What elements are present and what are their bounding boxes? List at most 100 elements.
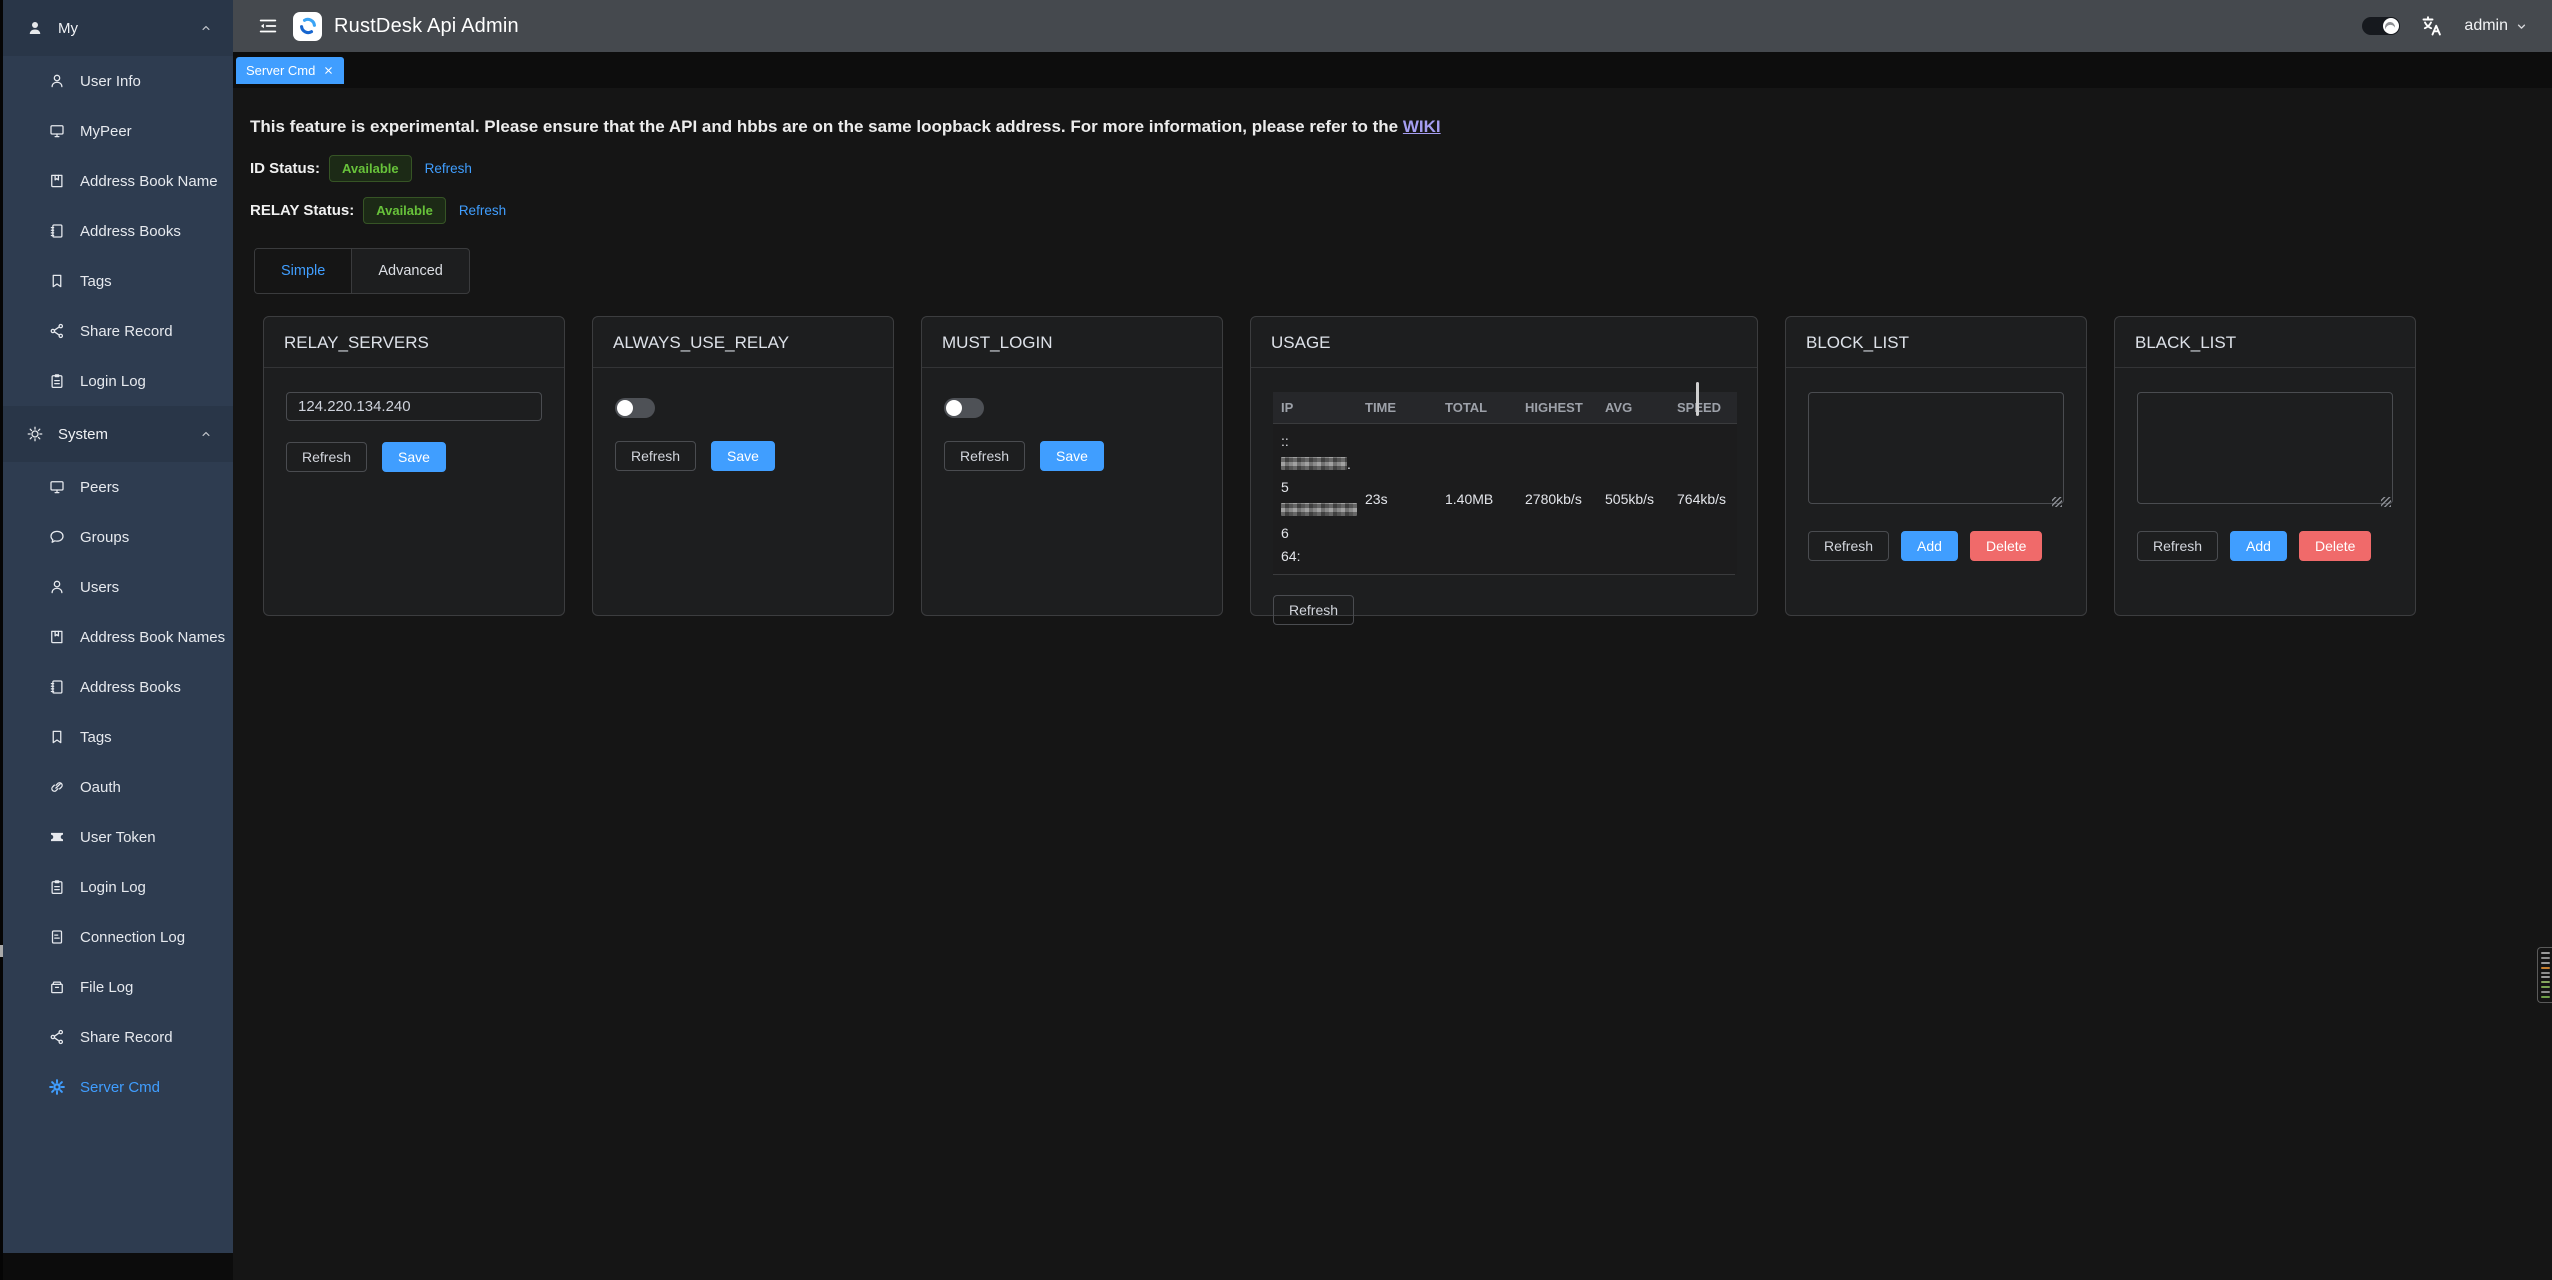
sidebar-item-label: Oauth [80, 779, 121, 796]
column-header: TIME [1357, 392, 1437, 423]
sidebar-item-mypeer[interactable]: MyPeer [0, 106, 233, 156]
delete-button[interactable]: Delete [1970, 531, 2042, 561]
card-title: MUST_LOGIN [922, 317, 1222, 368]
relay-status-label: RELAY Status: [250, 202, 354, 219]
relay-servers-input[interactable] [286, 392, 542, 421]
sidebar-item-server-cmd[interactable]: Server Cmd [0, 1062, 233, 1112]
sidebar-item-share-record[interactable]: Share Record [0, 306, 233, 356]
sidebar-item-connection-log[interactable]: Connection Log [0, 912, 233, 962]
app-window: My User Info MyPeer Address Book Name Ad… [0, 0, 2552, 1280]
time-cell: 23s [1357, 423, 1437, 574]
theme-toggle[interactable] [2362, 17, 2400, 35]
notebook-icon [48, 678, 66, 696]
sidebar-item-label: Address Books [80, 223, 181, 240]
column-header: AVG [1597, 392, 1669, 423]
chevron-up-icon [199, 427, 213, 441]
experimental-warning: This feature is experimental. Please ens… [250, 116, 2552, 138]
sidebar-item-tags[interactable]: Tags [0, 256, 233, 306]
refresh-button[interactable]: Refresh [615, 441, 696, 471]
tab-advanced[interactable]: Advanced [352, 249, 469, 293]
refresh-button[interactable]: Refresh [1808, 531, 1889, 561]
sidebar-item-file-log[interactable]: File Log [0, 962, 233, 1012]
warning-text: This feature is experimental. Please ens… [250, 117, 1403, 136]
card-block-list: BLOCK_LIST Refresh Add Delete [1785, 316, 2087, 616]
sidebar-section-system[interactable]: System [0, 406, 233, 462]
tab-server-cmd[interactable]: Server Cmd [236, 57, 344, 84]
sidebar-item-tags-sys[interactable]: Tags [0, 712, 233, 762]
column-header: IP [1273, 392, 1357, 423]
sidebar-item-user-token[interactable]: User Token [0, 812, 233, 862]
sidebar-item-label: Address Book Names [80, 629, 225, 646]
share-icon [48, 322, 66, 340]
save-button[interactable]: Save [711, 441, 775, 471]
wiki-link[interactable]: WIKI [1403, 117, 1441, 136]
chat-icon [48, 528, 66, 546]
sidebar-item-label: Server Cmd [80, 1079, 160, 1096]
minimap-stripe [2541, 996, 2550, 998]
sidebar-section-label: My [58, 20, 78, 37]
sidebar-item-groups[interactable]: Groups [0, 512, 233, 562]
user-menu[interactable]: admin [2464, 17, 2528, 35]
table-scrollbar-thumb[interactable] [1696, 382, 1699, 416]
sidebar-item-label: User Token [80, 829, 156, 846]
id-status-refresh-link[interactable]: Refresh [425, 161, 472, 176]
sidebar-collapse-icon[interactable] [257, 15, 279, 37]
sidebar-item-peers[interactable]: Peers [0, 462, 233, 512]
must-login-toggle[interactable] [944, 398, 984, 418]
resize-grip[interactable] [2052, 497, 2062, 507]
ip-text: . [1347, 456, 1351, 472]
toggle-knob [617, 400, 633, 416]
card-usage: USAGE IP TIME TOTAL HIGHEST [1250, 316, 1758, 616]
card-title: BLACK_LIST [2115, 317, 2415, 368]
redacted-block [1281, 457, 1347, 470]
ip-text: 64: [1281, 548, 1300, 564]
sidebar-item-oauth[interactable]: Oauth [0, 762, 233, 812]
sidebar-section-label: System [58, 426, 108, 443]
scrollbar-thumb[interactable] [0, 945, 3, 957]
sidebar-item-address-books[interactable]: Address Books [0, 206, 233, 256]
sidebar-item-label: Tags [80, 273, 112, 290]
always-use-relay-toggle[interactable] [615, 398, 655, 418]
sidebar-item-address-book-name[interactable]: Address Book Name [0, 156, 233, 206]
ticket-icon [48, 828, 66, 846]
block-list-textarea[interactable] [1808, 392, 2064, 504]
top-header: RustDesk Api Admin admin [233, 0, 2552, 52]
relay-status-refresh-link[interactable]: Refresh [459, 203, 506, 218]
monitor-icon [48, 122, 66, 140]
sidebar-item-address-book-names[interactable]: Address Book Names [0, 612, 233, 662]
add-button[interactable]: Add [2230, 531, 2287, 561]
refresh-button[interactable]: Refresh [1273, 595, 1354, 625]
resize-grip[interactable] [2381, 497, 2391, 507]
toggle-knob [2383, 18, 2399, 34]
toggle-knob [946, 400, 962, 416]
close-icon[interactable] [323, 65, 334, 76]
save-button[interactable]: Save [1040, 441, 1104, 471]
tab-simple[interactable]: Simple [255, 249, 352, 293]
add-button[interactable]: Add [1901, 531, 1958, 561]
sidebar-item-address-books-sys[interactable]: Address Books [0, 662, 233, 712]
delete-button[interactable]: Delete [2299, 531, 2371, 561]
refresh-button[interactable]: Refresh [2137, 531, 2218, 561]
refresh-button[interactable]: Refresh [944, 441, 1025, 471]
username: admin [2464, 17, 2508, 35]
sidebar-item-user-info[interactable]: User Info [0, 56, 233, 106]
highest-cell: 2780kb/s [1517, 423, 1597, 574]
black-list-textarea[interactable] [2137, 392, 2393, 504]
share-icon [48, 1028, 66, 1046]
sidebar-item-users[interactable]: Users [0, 562, 233, 612]
refresh-button[interactable]: Refresh [286, 442, 367, 472]
sidebar-section-my[interactable]: My [0, 0, 233, 56]
sidebar-item-login-log-sys[interactable]: Login Log [0, 862, 233, 912]
logo-swirl-icon [297, 15, 319, 37]
header-actions: admin [2362, 14, 2528, 38]
sidebar-item-login-log[interactable]: Login Log [0, 356, 233, 406]
scroll-minimap[interactable] [2537, 947, 2552, 1003]
sidebar-item-label: Tags [80, 729, 112, 746]
save-button[interactable]: Save [382, 442, 446, 472]
clipboard-icon [48, 878, 66, 896]
sidebar-item-share-record-sys[interactable]: Share Record [0, 1012, 233, 1062]
card-title: USAGE [1251, 317, 1757, 368]
usage-table: IP TIME TOTAL HIGHEST AVG SPEED [1273, 392, 1735, 575]
user-icon [26, 19, 44, 37]
translate-icon[interactable] [2420, 14, 2444, 38]
